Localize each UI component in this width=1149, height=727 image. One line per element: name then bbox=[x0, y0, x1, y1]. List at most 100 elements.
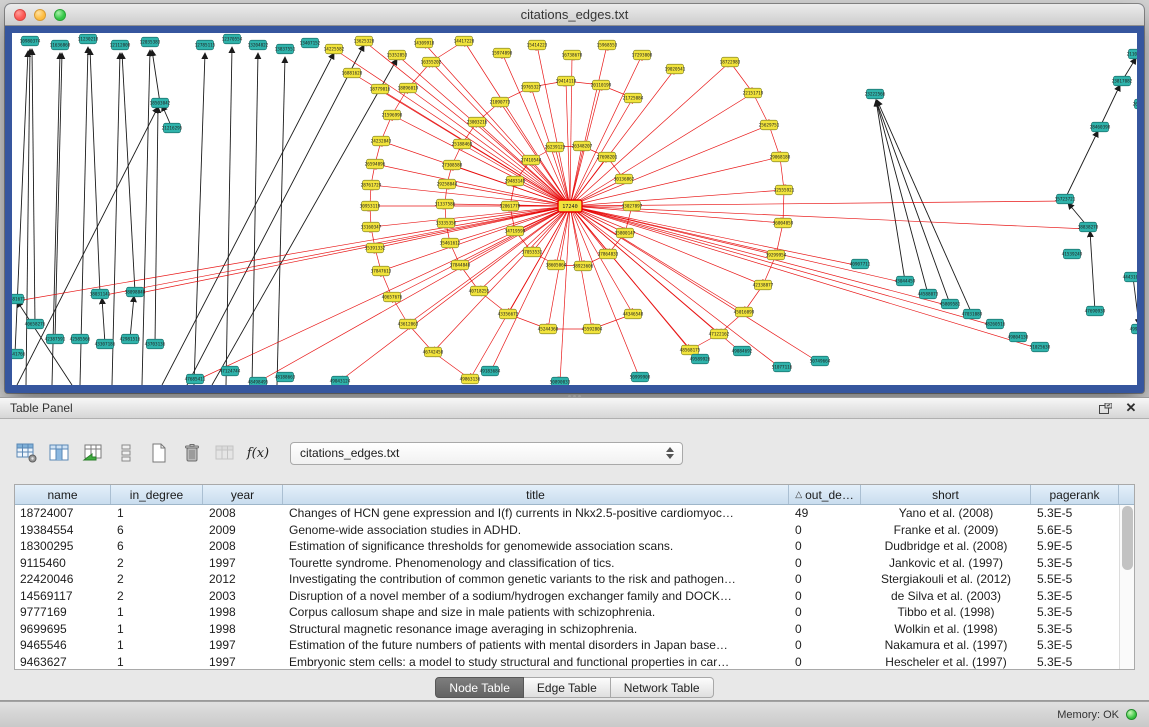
cell-pagerank[interactable]: 5.9E-5 bbox=[1031, 539, 1119, 553]
cell-out-degree[interactable]: 0 bbox=[789, 655, 861, 669]
delete-column-icon[interactable] bbox=[179, 439, 205, 467]
cell-out-degree[interactable]: 0 bbox=[789, 572, 861, 586]
cell-in-degree[interactable]: 1 bbox=[111, 506, 203, 520]
import-table-icon[interactable] bbox=[80, 439, 106, 467]
cell-pagerank[interactable]: 5.3E-5 bbox=[1031, 605, 1119, 619]
cell-in-degree[interactable]: 2 bbox=[111, 589, 203, 603]
cell-out-degree[interactable]: 0 bbox=[789, 556, 861, 570]
table-row[interactable]: 2242004622012Investigating the contribut… bbox=[15, 571, 1119, 588]
cell-title[interactable]: Estimation of significance thresholds fo… bbox=[283, 539, 789, 553]
close-panel-icon[interactable]: ✕ bbox=[1123, 401, 1139, 415]
cell-title[interactable]: Genome-wide association studies in ADHD. bbox=[283, 523, 789, 537]
cell-pagerank[interactable]: 5.3E-5 bbox=[1031, 622, 1119, 636]
cell-in-degree[interactable]: 2 bbox=[111, 556, 203, 570]
cell-title[interactable]: Corpus callosum shape and size in male p… bbox=[283, 605, 789, 619]
cell-pagerank[interactable]: 5.3E-5 bbox=[1031, 638, 1119, 652]
cell-name[interactable]: 19384554 bbox=[15, 523, 111, 537]
cell-in-degree[interactable]: 2 bbox=[111, 572, 203, 586]
cell-year[interactable]: 1997 bbox=[203, 638, 283, 652]
cell-name[interactable]: 9115460 bbox=[15, 556, 111, 570]
cell-in-degree[interactable]: 1 bbox=[111, 638, 203, 652]
cell-title[interactable]: Tourette syndrome. Phenomenology and cla… bbox=[283, 556, 789, 570]
cell-out-degree[interactable]: 0 bbox=[789, 638, 861, 652]
table-row[interactable]: 1872400712008Changes of HCN gene express… bbox=[15, 505, 1119, 522]
tab-edge-table[interactable]: Edge Table bbox=[524, 677, 611, 698]
column-header-year[interactable]: year bbox=[203, 485, 283, 504]
cell-out-degree[interactable]: 0 bbox=[789, 622, 861, 636]
cell-year[interactable]: 1998 bbox=[203, 605, 283, 619]
network-table-select[interactable]: citations_edges.txt bbox=[290, 442, 683, 465]
cell-title[interactable]: Disruption of a novel member of a sodium… bbox=[283, 589, 789, 603]
cell-pagerank[interactable]: 5.6E-5 bbox=[1031, 523, 1119, 537]
cell-in-degree[interactable]: 1 bbox=[111, 622, 203, 636]
cell-out-degree[interactable]: 0 bbox=[789, 539, 861, 553]
cell-short[interactable]: de Silva et al. (2003) bbox=[861, 589, 1031, 603]
cell-pagerank[interactable]: 5.3E-5 bbox=[1031, 589, 1119, 603]
cell-short[interactable]: Wolkin et al. (1998) bbox=[861, 622, 1031, 636]
cell-name[interactable]: 18724007 bbox=[15, 506, 111, 520]
cell-in-degree[interactable]: 6 bbox=[111, 539, 203, 553]
column-header-short[interactable]: short bbox=[861, 485, 1031, 504]
cell-out-degree[interactable]: 49 bbox=[789, 506, 861, 520]
cell-in-degree[interactable]: 1 bbox=[111, 605, 203, 619]
cell-year[interactable]: 2008 bbox=[203, 506, 283, 520]
cell-short[interactable]: Hescheler et al. (1997) bbox=[861, 655, 1031, 669]
table-row[interactable]: 1456911722003Disruption of a novel membe… bbox=[15, 588, 1119, 605]
table-row[interactable]: 1938455462009Genome-wide association stu… bbox=[15, 522, 1119, 539]
table-vertical-scrollbar[interactable] bbox=[1119, 505, 1134, 669]
cell-short[interactable]: Yano et al. (2008) bbox=[861, 506, 1031, 520]
cell-name[interactable]: 22420046 bbox=[15, 572, 111, 586]
cell-in-degree[interactable]: 6 bbox=[111, 523, 203, 537]
memory-status-indicator[interactable] bbox=[1126, 709, 1137, 720]
cell-out-degree[interactable]: 0 bbox=[789, 589, 861, 603]
cell-pagerank[interactable]: 5.3E-5 bbox=[1031, 506, 1119, 520]
tab-node-table[interactable]: Node Table bbox=[435, 677, 524, 698]
function-builder-icon[interactable]: f(x) bbox=[245, 439, 271, 467]
tab-network-table[interactable]: Network Table bbox=[611, 677, 714, 698]
column-header-in-degree[interactable]: in_degree bbox=[111, 485, 203, 504]
cell-short[interactable]: Tibbo et al. (1998) bbox=[861, 605, 1031, 619]
cell-name[interactable]: 9777169 bbox=[15, 605, 111, 619]
cell-year[interactable]: 1997 bbox=[203, 655, 283, 669]
cell-title[interactable]: Structural magnetic resonance image aver… bbox=[283, 622, 789, 636]
column-header-pagerank[interactable]: pagerank bbox=[1031, 485, 1119, 504]
cell-name[interactable]: 9463627 bbox=[15, 655, 111, 669]
cell-pagerank[interactable]: 5.3E-5 bbox=[1031, 556, 1119, 570]
cell-title[interactable]: Investigating the contribution of common… bbox=[283, 572, 789, 586]
network-canvas[interactable]: 3302789735800147378648333892360638605064… bbox=[12, 33, 1137, 385]
cell-name[interactable]: 18300295 bbox=[15, 539, 111, 553]
table-mode-icon[interactable] bbox=[14, 439, 40, 467]
new-column-icon[interactable] bbox=[146, 439, 172, 467]
cell-year[interactable]: 1997 bbox=[203, 556, 283, 570]
column-header-title[interactable]: title bbox=[283, 485, 789, 504]
cell-name[interactable]: 14569117 bbox=[15, 589, 111, 603]
table-row[interactable]: 969969511998Structural magnetic resonanc… bbox=[15, 621, 1119, 638]
cell-year[interactable]: 1998 bbox=[203, 622, 283, 636]
table-row[interactable]: 1830029562008Estimation of significance … bbox=[15, 538, 1119, 555]
cell-title[interactable]: Estimation of the future numbers of pati… bbox=[283, 638, 789, 652]
cell-year[interactable]: 2009 bbox=[203, 523, 283, 537]
cell-pagerank[interactable]: 5.3E-5 bbox=[1031, 655, 1119, 669]
cell-short[interactable]: Dudbridge et al. (2008) bbox=[861, 539, 1031, 553]
float-panel-icon[interactable] bbox=[1097, 401, 1113, 415]
window-titlebar[interactable]: citations_edges.txt bbox=[5, 4, 1144, 26]
cell-short[interactable]: Stergiakouli et al. (2012) bbox=[861, 572, 1031, 586]
cell-short[interactable]: Franke et al. (2009) bbox=[861, 523, 1031, 537]
cell-short[interactable]: Jankovic et al. (1997) bbox=[861, 556, 1031, 570]
cell-pagerank[interactable]: 5.5E-5 bbox=[1031, 572, 1119, 586]
cell-title[interactable]: Changes of HCN gene expression and I(f) … bbox=[283, 506, 789, 520]
show-columns-icon[interactable] bbox=[47, 439, 73, 467]
cell-year[interactable]: 2012 bbox=[203, 572, 283, 586]
cell-name[interactable]: 9699695 bbox=[15, 622, 111, 636]
column-header-name[interactable]: name bbox=[15, 485, 111, 504]
cell-name[interactable]: 9465546 bbox=[15, 638, 111, 652]
table-row[interactable]: 911546021997Tourette syndrome. Phenomeno… bbox=[15, 555, 1119, 572]
cell-in-degree[interactable]: 1 bbox=[111, 655, 203, 669]
table-row[interactable]: 946362711997Embryonic stem cells: a mode… bbox=[15, 654, 1119, 670]
cell-year[interactable]: 2008 bbox=[203, 539, 283, 553]
table-row[interactable]: 946554611997Estimation of the future num… bbox=[15, 637, 1119, 654]
cell-short[interactable]: Nakamura et al. (1997) bbox=[861, 638, 1031, 652]
row-height-icon[interactable] bbox=[113, 439, 139, 467]
cell-out-degree[interactable]: 0 bbox=[789, 523, 861, 537]
cell-title[interactable]: Embryonic stem cells: a model to study s… bbox=[283, 655, 789, 669]
